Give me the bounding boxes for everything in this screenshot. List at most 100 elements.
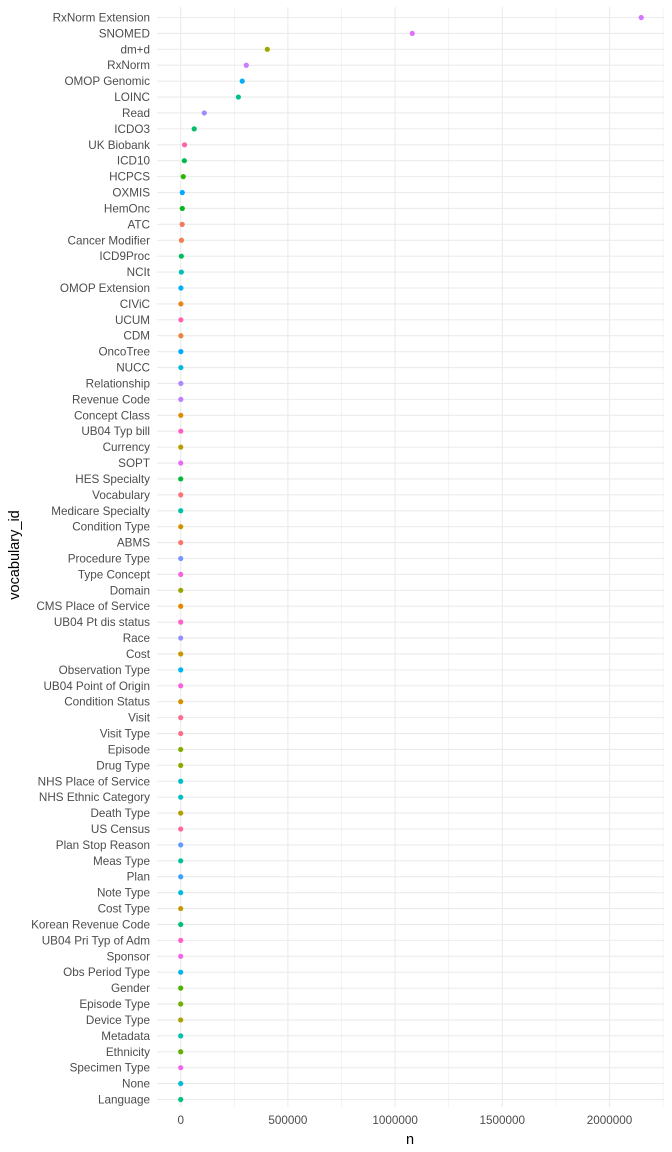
y-tick-label: Obs Period Type xyxy=(63,966,150,979)
data-point xyxy=(181,158,187,164)
data-point xyxy=(409,30,415,37)
data-point xyxy=(178,476,184,482)
y-tick-label: Procedure Type xyxy=(68,553,150,566)
data-point xyxy=(178,380,184,387)
y-tick-label: HCPCS xyxy=(109,171,150,184)
y-tick-label: Condition Type xyxy=(72,521,150,534)
y-tick-label: Type Concept xyxy=(78,568,151,581)
y-tick-label: Visit xyxy=(128,712,151,725)
y-tick-label: Cost xyxy=(126,648,151,661)
data-point xyxy=(178,603,184,609)
y-tick-label: OXMIS xyxy=(112,187,150,200)
data-point xyxy=(201,110,207,116)
y-tick-label: LOINC xyxy=(114,91,150,104)
data-point xyxy=(178,444,184,450)
data-point xyxy=(178,269,184,275)
data-point xyxy=(235,94,241,100)
data-point xyxy=(178,937,184,943)
data-point xyxy=(178,778,184,784)
y-tick-label: Metadata xyxy=(101,1030,150,1043)
y-tick-label: SNOMED xyxy=(99,27,150,40)
data-point xyxy=(178,1065,184,1071)
data-point xyxy=(178,874,184,880)
x-tick-label: 2000000 xyxy=(587,1114,633,1127)
data-point xyxy=(178,1096,184,1103)
y-tick-label: UK Biobank xyxy=(88,139,150,152)
y-tick-label: HemOnc xyxy=(104,202,150,215)
y-tick-label: Domain xyxy=(110,584,150,597)
y-tick-label: Death Type xyxy=(90,807,150,820)
data-point xyxy=(179,221,185,227)
y-tick-label: OMOP Extension xyxy=(60,282,150,295)
data-point xyxy=(178,699,184,705)
data-point xyxy=(178,253,184,259)
data-point xyxy=(178,428,184,434)
y-tick-label: NUCC xyxy=(116,362,150,375)
x-tick-label: 1500000 xyxy=(480,1114,526,1127)
y-tick-label: NCIt xyxy=(127,266,151,279)
data-point xyxy=(178,683,184,689)
y-tick-label: RxNorm xyxy=(107,59,150,72)
data-point xyxy=(178,762,184,768)
data-point xyxy=(178,539,184,546)
y-tick-label: Plan Stop Reason xyxy=(56,839,150,852)
y-axis-title: vocabulary_id xyxy=(7,510,23,599)
y-tick-label: Revenue Code xyxy=(72,393,150,406)
y-tick-label: US Census xyxy=(91,823,150,836)
y-tick-label: ICDO3 xyxy=(114,123,150,136)
y-tick-label: Cost Type xyxy=(98,903,150,916)
x-axis-tick-labels: 0 500000 1000000 1500000 2000000 xyxy=(177,1114,632,1127)
y-tick-label: ATC xyxy=(127,218,150,231)
y-tick-label: Relationship xyxy=(86,377,151,390)
data-point xyxy=(178,619,184,625)
y-tick-label: ICD9Proc xyxy=(99,250,150,263)
y-tick-label: UB04 Pt dis status xyxy=(54,616,150,629)
y-tick-label: Drug Type xyxy=(96,759,150,772)
data-point xyxy=(178,651,184,657)
data-point xyxy=(638,14,644,21)
data-point xyxy=(264,46,270,52)
data-point xyxy=(178,635,184,641)
y-tick-label: RxNorm Extension xyxy=(53,12,150,25)
data-point xyxy=(178,667,184,673)
data-point xyxy=(178,1049,184,1055)
y-tick-label: SOPT xyxy=(118,457,150,470)
y-tick-label: Ethnicity xyxy=(106,1046,150,1059)
data-point xyxy=(178,985,184,991)
y-tick-label: Race xyxy=(123,632,150,645)
y-tick-label: UB04 Typ bill xyxy=(81,425,150,438)
data-point xyxy=(178,1001,184,1007)
y-tick-label: OMOP Genomic xyxy=(64,75,150,88)
y-tick-label: UB04 Point of Origin xyxy=(43,680,150,693)
data-point xyxy=(178,285,184,291)
data-point xyxy=(178,412,184,418)
data-point xyxy=(178,715,184,721)
y-tick-label: NHS Ethnic Category xyxy=(39,791,150,804)
data-point xyxy=(178,826,184,832)
x-tick-label: 1000000 xyxy=(372,1114,418,1127)
grid xyxy=(157,7,664,1107)
data-point xyxy=(178,1033,184,1039)
data-point xyxy=(178,587,184,593)
data-point xyxy=(178,396,184,402)
y-tick-label: ABMS xyxy=(117,537,150,550)
data-point xyxy=(181,142,188,148)
data-point xyxy=(178,730,184,737)
data-point xyxy=(178,460,184,466)
y-tick-label: CMS Place of Service xyxy=(36,600,150,613)
y-axis-labels: RxNorm Extension SNOMED dm+d RxNorm OMOP Gen… xyxy=(31,12,151,1107)
x-tick-label: 500000 xyxy=(268,1114,308,1127)
y-tick-label: None xyxy=(122,1078,150,1091)
x-axis-title: n xyxy=(406,1132,414,1148)
data-point xyxy=(178,364,184,371)
y-tick-label: Episode Type xyxy=(79,998,150,1011)
x-tick-label: 0 xyxy=(177,1114,184,1127)
y-tick-label: UB04 Pri Typ of Adm xyxy=(42,934,150,947)
y-tick-label: Language xyxy=(98,1094,150,1107)
data-point xyxy=(178,237,185,243)
y-tick-label: Specimen Type xyxy=(70,1062,150,1075)
y-tick-label: NHS Place of Service xyxy=(38,775,150,788)
y-tick-label: Currency xyxy=(103,441,151,454)
y-tick-label: ICD10 xyxy=(117,155,151,168)
data-point xyxy=(178,349,184,355)
